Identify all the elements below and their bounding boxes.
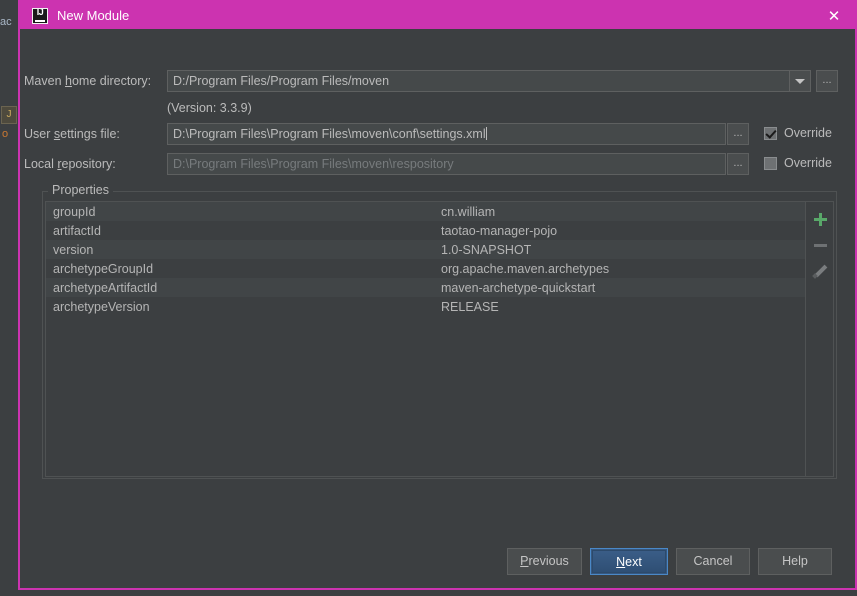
previous-button-mnemonic: P (520, 554, 529, 568)
dialog-body: Maven home directory: D:/Program Files/P… (20, 29, 855, 588)
local-repository-label: Local repository: (24, 157, 116, 171)
properties-toolbar (805, 202, 833, 476)
local-repository-browse-button[interactable]: ... (727, 153, 749, 175)
property-key: version (53, 242, 94, 257)
table-row[interactable]: version 1.0-SNAPSHOT (46, 240, 805, 259)
previous-button-label: revious (528, 554, 569, 568)
user-settings-input-value: D:\Program Files\Program Files\moven\con… (173, 127, 486, 141)
intellij-logo-text: IJ (36, 7, 44, 17)
property-value: taotao-manager-pojo (441, 223, 558, 238)
next-button-mnemonic: N (616, 555, 626, 569)
previous-button[interactable]: Previous (507, 548, 582, 575)
new-module-dialog: IJ New Module ✕ Maven home directory: D:… (18, 0, 857, 590)
properties-table[interactable]: groupId cn.william artifactId taotao-manage… (46, 202, 805, 476)
properties-table-wrapper: groupId cn.william artifactId taotao-manage… (45, 201, 834, 477)
property-key: archetypeVersion (53, 299, 150, 314)
user-settings-override-label: Override (784, 126, 832, 140)
user-settings-input[interactable]: D:\Program Files\Program Files\moven\con… (167, 123, 726, 145)
maven-version-note: (Version: 3.3.9) (167, 101, 252, 115)
table-row[interactable]: archetypeVersion RELEASE (46, 297, 805, 316)
close-icon[interactable]: ✕ (813, 2, 855, 29)
remove-property-button[interactable] (806, 232, 834, 258)
edit-property-button[interactable] (806, 258, 834, 284)
maven-home-label: Maven home directory: (24, 74, 151, 88)
user-settings-label: User settings file: (24, 127, 120, 141)
maven-home-dropdown-button[interactable] (789, 70, 811, 92)
table-row[interactable]: archetypeArtifactId maven-archetype-quick… (46, 278, 805, 297)
checkbox-unchecked-icon (764, 156, 777, 170)
help-button[interactable]: Help (758, 548, 832, 575)
minus-icon (813, 243, 827, 247)
intellij-logo-icon: IJ (32, 7, 48, 24)
user-settings-label-post: ettings file: (60, 127, 120, 141)
table-row[interactable]: groupId cn.william (46, 202, 805, 221)
property-value: org.apache.maven.archetypes (441, 261, 610, 276)
add-property-button[interactable] (806, 206, 834, 232)
property-key: artifactId (53, 223, 101, 238)
dialog-title: New Module (57, 8, 130, 23)
local-repository-override-label: Override (784, 156, 832, 170)
pencil-icon (813, 264, 827, 278)
maven-home-input[interactable]: D:/Program Files/Program Files/moven (167, 70, 803, 92)
property-value: maven-archetype-quickstart (441, 280, 596, 295)
next-button-inner: Next (592, 550, 666, 573)
user-settings-override-checkbox[interactable]: Override (764, 126, 832, 140)
local-repository-input[interactable]: D:\Program Files\Program Files\moven\res… (167, 153, 726, 175)
ide-background-text-fragment: ac (0, 16, 12, 28)
local-repository-label-pre: Local (24, 157, 58, 171)
ide-background-tab: J (1, 106, 17, 124)
property-key: archetypeGroupId (53, 261, 154, 276)
cancel-button[interactable]: Cancel (676, 548, 750, 575)
property-key: groupId (53, 204, 96, 219)
local-repository-label-post: epository: (61, 157, 116, 171)
maven-home-label-post: ome directory: (71, 74, 152, 88)
next-button[interactable]: Next (590, 548, 668, 575)
text-caret (485, 127, 487, 140)
dialog-titlebar: IJ New Module ✕ (20, 2, 855, 29)
plus-icon (813, 212, 827, 226)
next-button-label: ext (625, 555, 642, 569)
checkbox-checked-icon (764, 126, 777, 140)
user-settings-label-pre: User (24, 127, 54, 141)
chevron-down-icon (795, 79, 805, 84)
property-key: archetypeArtifactId (53, 280, 158, 295)
local-repository-override-checkbox[interactable]: Override (764, 156, 832, 170)
properties-group-title: Properties (48, 183, 113, 197)
ide-background-code-fragment: o (2, 128, 9, 140)
property-value: RELEASE (441, 299, 499, 314)
table-row[interactable]: archetypeGroupId org.apache.maven.archety… (46, 259, 805, 278)
maven-home-label-mnemonic: h (65, 74, 72, 88)
maven-home-browse-button[interactable]: ... (816, 70, 838, 92)
property-value: 1.0-SNAPSHOT (441, 242, 532, 257)
table-row[interactable]: artifactId taotao-manager-pojo (46, 221, 805, 240)
user-settings-browse-button[interactable]: ... (727, 123, 749, 145)
property-value: cn.william (441, 204, 496, 219)
maven-home-label-pre: Maven (24, 74, 65, 88)
